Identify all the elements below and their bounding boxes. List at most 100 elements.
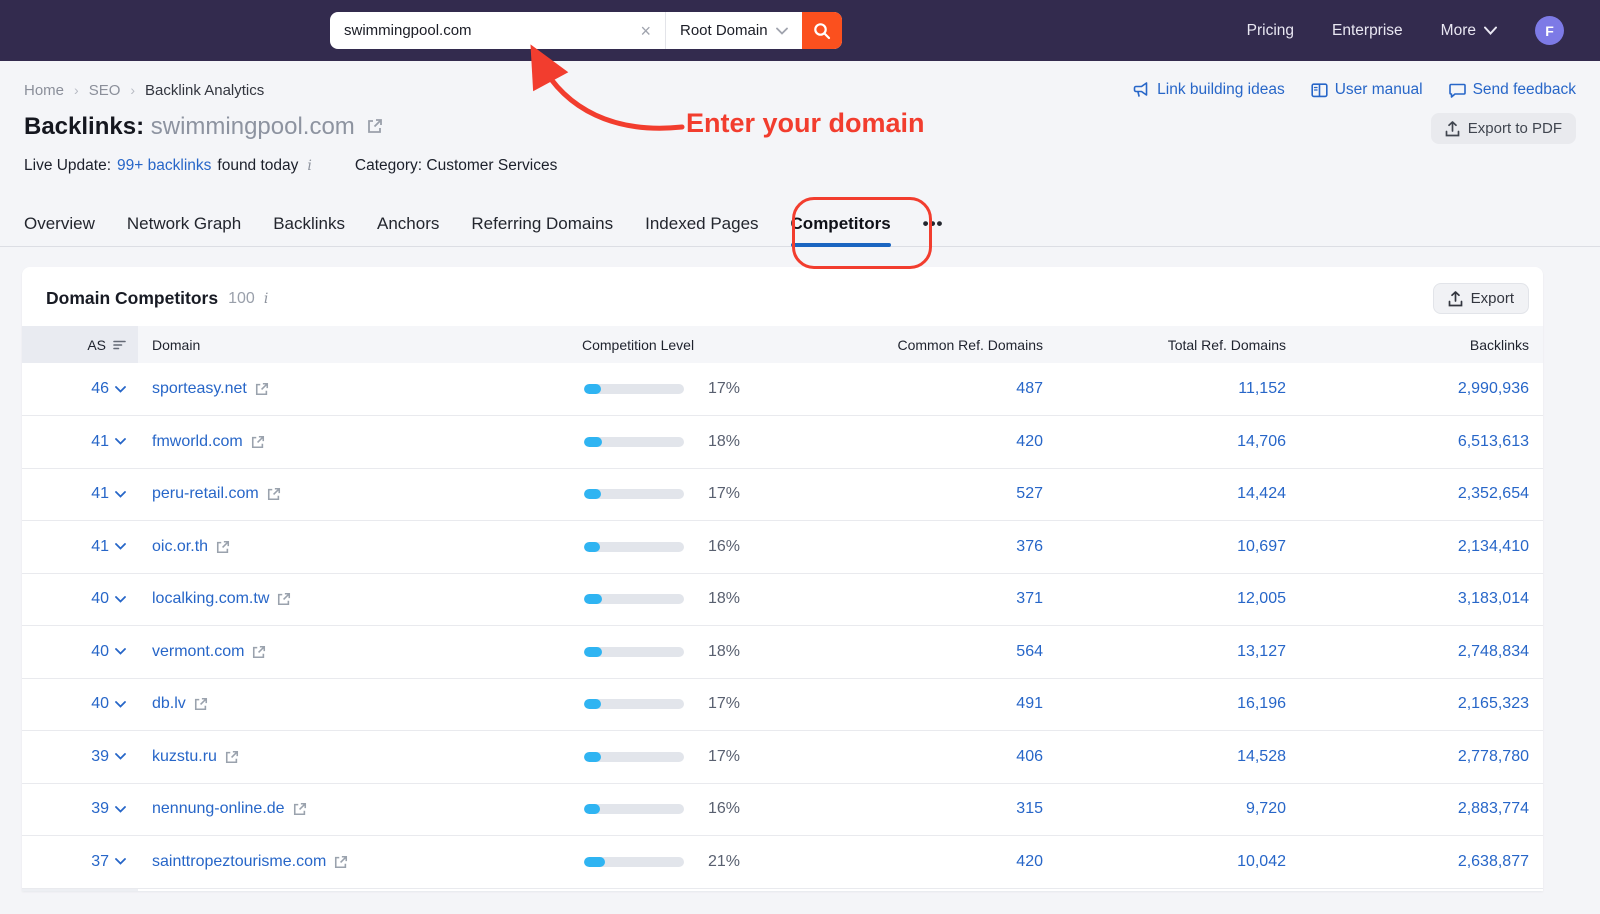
as-score-toggle[interactable]: 41 bbox=[91, 433, 126, 451]
common-ref-domains-value[interactable]: 406 bbox=[1016, 748, 1043, 765]
total-ref-domains-value[interactable]: 16,196 bbox=[1237, 695, 1286, 712]
as-score-toggle[interactable]: 41 bbox=[91, 538, 126, 556]
domain-link[interactable]: sporteasy.net bbox=[152, 380, 247, 398]
as-score-toggle[interactable]: 40 bbox=[91, 590, 126, 608]
breadcrumb-seo[interactable]: SEO bbox=[89, 82, 121, 99]
backlinks-value[interactable]: 2,748,834 bbox=[1458, 643, 1529, 660]
common-ref-domains-value[interactable]: 564 bbox=[1016, 643, 1043, 660]
avatar[interactable]: F bbox=[1535, 16, 1564, 45]
common-ref-domains-value[interactable]: 491 bbox=[1016, 695, 1043, 712]
breadcrumb-home[interactable]: Home bbox=[24, 82, 64, 99]
domain-link[interactable]: db.lv bbox=[152, 695, 186, 713]
external-link-icon[interactable] bbox=[216, 540, 230, 554]
external-link-icon[interactable] bbox=[194, 697, 208, 711]
as-score-value: 41 bbox=[91, 485, 109, 503]
user-manual-link[interactable]: User manual bbox=[1311, 81, 1423, 99]
external-link-icon[interactable] bbox=[225, 750, 239, 764]
domain-link[interactable]: nennung-online.de bbox=[152, 800, 285, 818]
external-link-icon[interactable] bbox=[267, 487, 281, 501]
domain-link[interactable]: localking.com.tw bbox=[152, 590, 269, 608]
column-header-backlinks[interactable]: Backlinks bbox=[1286, 326, 1543, 363]
nav-enterprise-link[interactable]: Enterprise bbox=[1332, 22, 1403, 40]
clear-search-icon[interactable]: × bbox=[638, 22, 653, 40]
common-ref-domains-value[interactable]: 487 bbox=[1016, 380, 1043, 397]
common-ref-domains-value[interactable]: 527 bbox=[1016, 485, 1043, 502]
total-ref-domains-value[interactable]: 9,720 bbox=[1246, 800, 1286, 817]
as-score-toggle[interactable]: 39 bbox=[91, 748, 126, 766]
backlinks-value[interactable]: 2,165,323 bbox=[1458, 695, 1529, 712]
column-header-common-ref-domains[interactable]: Common Ref. Domains bbox=[782, 326, 1043, 363]
send-feedback-link[interactable]: Send feedback bbox=[1449, 81, 1576, 99]
competition-bar-fill bbox=[584, 857, 605, 867]
total-ref-domains-value[interactable]: 10,042 bbox=[1237, 853, 1286, 870]
backlinks-value[interactable]: 2,134,410 bbox=[1458, 538, 1529, 555]
domain-link[interactable]: kuzstu.ru bbox=[152, 748, 217, 766]
as-score-toggle[interactable]: 40 bbox=[91, 643, 126, 661]
backlinks-today-link[interactable]: 99+ backlinks bbox=[117, 157, 211, 175]
chevron-down-icon bbox=[115, 491, 126, 498]
tab-anchors[interactable]: Anchors bbox=[377, 201, 439, 247]
tab-competitors[interactable]: Competitors bbox=[791, 201, 891, 247]
export-to-pdf-button[interactable]: Export to PDF bbox=[1431, 113, 1576, 144]
search-scope-select[interactable]: Root Domain bbox=[665, 12, 802, 49]
as-score-toggle[interactable]: 46 bbox=[91, 380, 126, 398]
column-header-domain[interactable]: Domain bbox=[138, 326, 582, 363]
backlinks-value[interactable]: 2,352,654 bbox=[1458, 485, 1529, 502]
info-icon[interactable]: i bbox=[304, 158, 314, 174]
total-ref-domains-value[interactable]: 11,152 bbox=[1238, 380, 1286, 397]
column-header-total-ref-domains[interactable]: Total Ref. Domains bbox=[1043, 326, 1286, 363]
domain-link[interactable]: vermont.com bbox=[152, 643, 244, 661]
domain-link[interactable]: oic.or.th bbox=[152, 538, 208, 556]
link-building-ideas-link[interactable]: Link building ideas bbox=[1133, 81, 1285, 99]
as-score-toggle[interactable]: 40 bbox=[91, 695, 126, 713]
total-ref-domains-value[interactable]: 14,706 bbox=[1237, 433, 1286, 450]
backlinks-value[interactable]: 3,183,014 bbox=[1458, 590, 1529, 607]
nav-more-menu[interactable]: More bbox=[1441, 22, 1497, 40]
external-link-icon[interactable] bbox=[334, 855, 348, 869]
tab-backlinks[interactable]: Backlinks bbox=[273, 201, 345, 247]
domain-link[interactable]: peru-retail.com bbox=[152, 485, 259, 503]
external-link-icon[interactable] bbox=[255, 382, 269, 396]
common-ref-domains-value[interactable]: 371 bbox=[1016, 590, 1043, 607]
common-ref-domains-value[interactable]: 315 bbox=[1016, 800, 1043, 817]
common-ref-domains-value[interactable]: 420 bbox=[1016, 433, 1043, 450]
search-button[interactable] bbox=[802, 12, 842, 49]
tab-network-graph[interactable]: Network Graph bbox=[127, 201, 241, 247]
external-link-icon[interactable] bbox=[252, 645, 266, 659]
chevron-down-icon bbox=[115, 386, 126, 393]
tab-indexed-pages[interactable]: Indexed Pages bbox=[645, 201, 758, 247]
nav-pricing-link[interactable]: Pricing bbox=[1247, 22, 1294, 40]
info-icon[interactable]: i bbox=[261, 291, 271, 307]
tabs-more-button[interactable]: ••• bbox=[923, 214, 944, 234]
backlinks-value[interactable]: 2,883,774 bbox=[1458, 800, 1529, 817]
total-ref-domains-value[interactable]: 12,005 bbox=[1237, 590, 1286, 607]
table-row: 46 sporteasy.net 17% 487 11,152 2,990,93… bbox=[22, 363, 1543, 416]
external-link-icon[interactable] bbox=[367, 118, 383, 134]
common-ref-domains-value[interactable]: 376 bbox=[1016, 538, 1043, 555]
search-input[interactable] bbox=[344, 22, 638, 39]
total-ref-domains-value[interactable]: 10,697 bbox=[1237, 538, 1286, 555]
common-ref-domains-value[interactable]: 420 bbox=[1016, 853, 1043, 870]
total-ref-domains-value[interactable]: 14,424 bbox=[1237, 485, 1286, 502]
domain-link[interactable]: sainttropeztourisme.com bbox=[152, 853, 326, 871]
as-score-toggle[interactable]: 39 bbox=[91, 800, 126, 818]
tab-overview[interactable]: Overview bbox=[24, 201, 95, 247]
external-link-icon[interactable] bbox=[277, 592, 291, 606]
total-ref-domains-value[interactable]: 14,528 bbox=[1237, 748, 1286, 765]
total-ref-domains-value[interactable]: 13,127 bbox=[1237, 643, 1286, 660]
external-link-icon[interactable] bbox=[251, 435, 265, 449]
tab-referring-domains[interactable]: Referring Domains bbox=[471, 201, 613, 247]
column-header-competition-level[interactable]: Competition Level bbox=[582, 326, 782, 363]
domain-link[interactable]: fmworld.com bbox=[152, 433, 243, 451]
as-column-shading bbox=[22, 889, 138, 892]
backlinks-value[interactable]: 2,638,877 bbox=[1458, 853, 1529, 870]
backlinks-value[interactable]: 6,513,613 bbox=[1458, 433, 1529, 450]
external-link-icon[interactable] bbox=[293, 802, 307, 816]
backlinks-value[interactable]: 2,990,936 bbox=[1458, 380, 1529, 397]
search-input-wrap: × bbox=[330, 12, 665, 49]
export-button[interactable]: Export bbox=[1433, 283, 1529, 314]
column-header-as[interactable]: AS bbox=[87, 337, 126, 353]
as-score-toggle[interactable]: 41 bbox=[91, 485, 126, 503]
as-score-toggle[interactable]: 37 bbox=[91, 853, 126, 871]
backlinks-value[interactable]: 2,778,780 bbox=[1458, 748, 1529, 765]
